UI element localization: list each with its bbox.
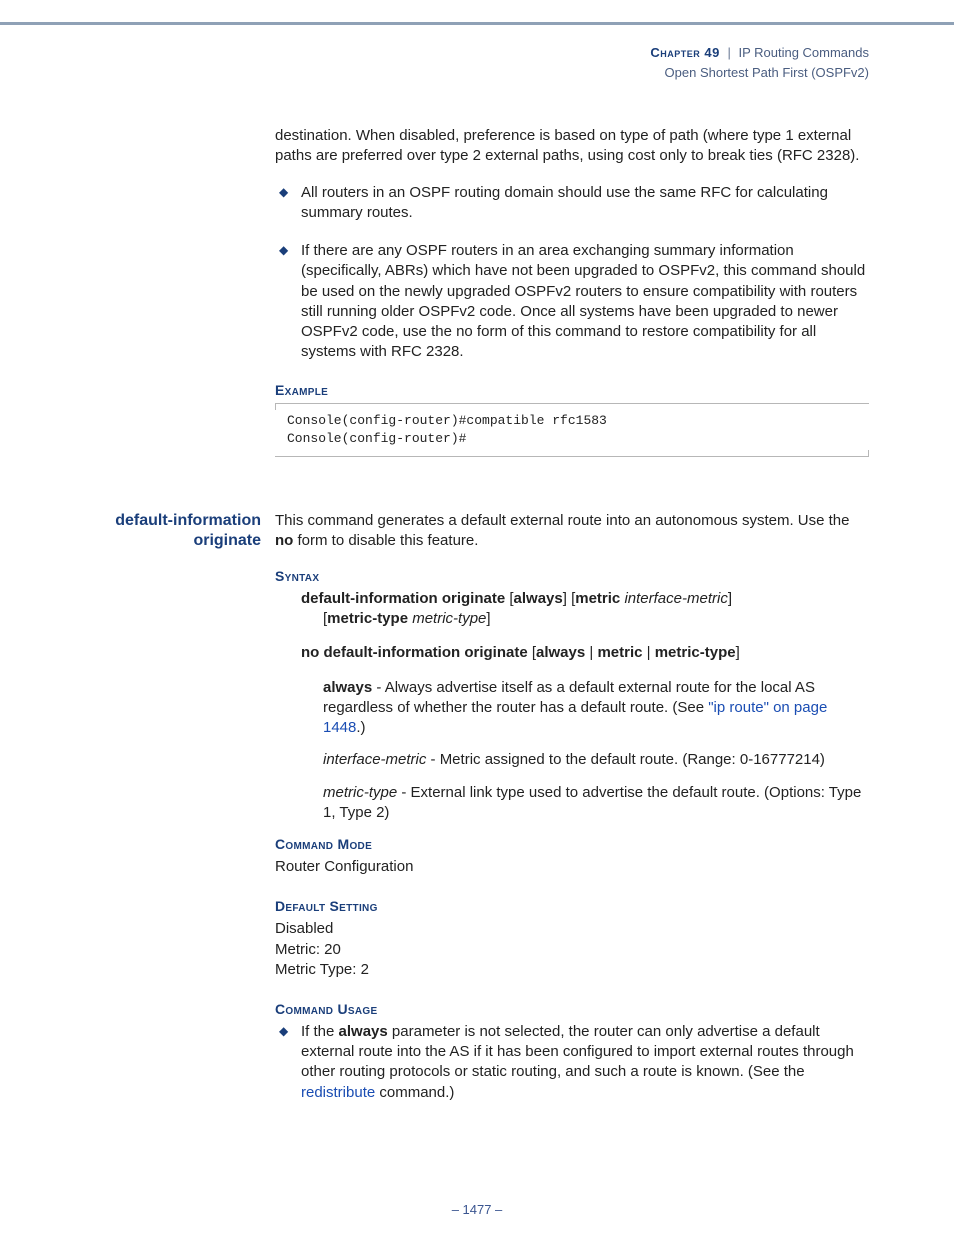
default-setting-heading: Default Setting	[275, 897, 869, 916]
command-name-gutter: default-information originate	[85, 483, 265, 1121]
running-header: Chapter 49 | IP Routing Commands Open Sh…	[85, 44, 869, 81]
command-mode-value: Router Configuration	[275, 857, 869, 877]
body-top: destination. When disabled, preference i…	[275, 126, 869, 482]
syntax-line-1: default-information originate [always] […	[275, 589, 869, 630]
syntax-heading: Syntax	[275, 567, 869, 586]
example-heading: Example	[275, 381, 869, 400]
command-body: This command generates a default externa…	[275, 483, 869, 1121]
command-mode-heading: Command Mode	[275, 835, 869, 854]
chapter-title: IP Routing Commands	[738, 45, 869, 60]
command-usage-heading: Command Usage	[275, 1000, 869, 1019]
param-always: always - Always advertise itself as a de…	[275, 678, 869, 739]
command-name-line2: originate	[85, 531, 261, 551]
usage-bullet: If the always parameter is not selected,…	[275, 1022, 869, 1103]
param-interface-metric: interface-metric - Metric assigned to th…	[275, 750, 869, 770]
link-redistribute[interactable]: redistribute	[301, 1084, 375, 1101]
top-rule	[0, 22, 954, 25]
usage-bullet-list: If the always parameter is not selected,…	[275, 1022, 869, 1103]
command-name-line1: default-information	[85, 511, 261, 531]
default-setting-value: Metric: 20	[275, 940, 869, 960]
intro-paragraph: destination. When disabled, preference i…	[275, 126, 869, 167]
example-code: Console(config-router)#compatible rfc158…	[275, 403, 869, 456]
bullet-list-top: All routers in an OSPF routing domain sh…	[275, 183, 869, 363]
chapter-label: Chapter 49	[650, 45, 719, 60]
param-metric-type: metric-type - External link type used to…	[275, 783, 869, 824]
chapter-subtitle: Open Shortest Path First (OSPFv2)	[85, 64, 869, 82]
bullet-item: If there are any OSPF routers in an area…	[275, 241, 869, 363]
bullet-item: All routers in an OSPF routing domain sh…	[275, 183, 869, 224]
gutter-empty	[85, 126, 265, 482]
page-number: – 1477 –	[0, 1201, 954, 1219]
content-grid: destination. When disabled, preference i…	[85, 126, 869, 1121]
default-setting-value: Metric Type: 2	[275, 960, 869, 980]
syntax-line-2: no default-information originate [always…	[275, 643, 869, 663]
command-description: This command generates a default externa…	[275, 511, 869, 552]
header-sep: |	[723, 45, 734, 60]
page: Chapter 49 | IP Routing Commands Open Sh…	[0, 0, 954, 1235]
default-setting-value: Disabled	[275, 919, 869, 939]
